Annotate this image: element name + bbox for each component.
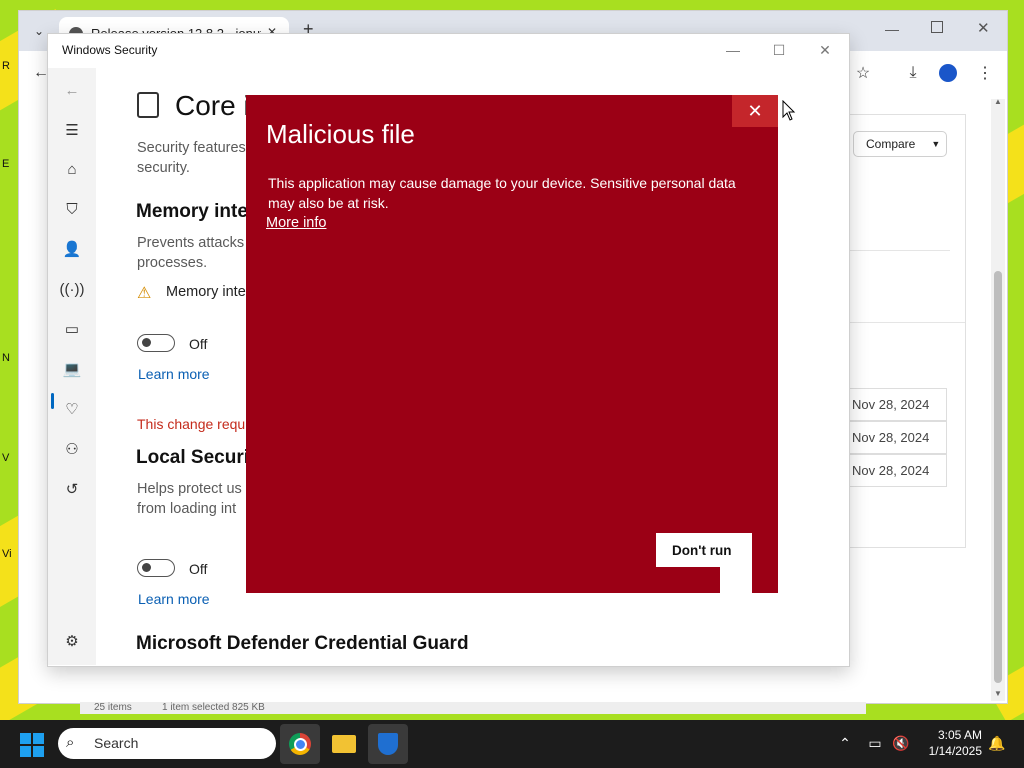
rendering-artifact — [720, 567, 752, 663]
toggle-state-label: Off — [189, 336, 208, 352]
show-hidden-icons-chevron-icon[interactable]: ⌃ — [836, 734, 854, 752]
dialog-close-button[interactable]: ✕ — [732, 95, 778, 127]
lsa-protection-heading: Local Securit — [136, 447, 256, 468]
profile-avatar-icon[interactable] — [939, 64, 957, 82]
close-window-icon[interactable]: ✕ — [802, 38, 848, 62]
memory-integrity-description: Prevents attacks — [137, 235, 245, 251]
desktop-icon[interactable]: R — [2, 60, 16, 76]
taskbar-search-box[interactable]: ⌕ Search — [58, 728, 276, 759]
selection-info: 1 item selected 825 KB — [162, 702, 265, 713]
page-title: Core i — [175, 90, 250, 121]
chrome-app-icon[interactable] — [280, 724, 320, 764]
item-count: 25 items — [94, 702, 132, 713]
toggle-knob — [142, 338, 151, 347]
asset-date-row: Nov 28, 2024 — [845, 421, 947, 454]
device-health-heart-icon[interactable]: ♡ — [60, 397, 84, 421]
taskbar: ⌕ Search ⌃ ▭ 🔇 3:05 AM 1/14/2025 🔔 — [0, 720, 1024, 768]
close-window-icon[interactable]: ✕ — [977, 19, 990, 37]
maximize-icon[interactable]: ☐ — [756, 38, 802, 62]
compare-label: Compare — [866, 137, 916, 151]
explorer-status-bar: 25 items 1 item selected 825 KB — [80, 702, 866, 714]
asset-date: Nov 28, 2024 — [852, 463, 930, 478]
protection-history-icon[interactable]: ↺ — [60, 477, 84, 501]
desktop-icon[interactable]: Vi — [2, 548, 16, 564]
restart-required-notice: This change requi — [137, 416, 249, 432]
malicious-file-dialog: Malicious file This application may caus… — [246, 95, 778, 593]
toggle-state-label: Off — [189, 561, 208, 577]
intro-line: Security features — [137, 140, 246, 156]
desktop-icon[interactable]: V — [2, 452, 16, 468]
clock[interactable]: 3:05 AM 1/14/2025 — [922, 727, 982, 759]
lsa-protection-description: from loading int — [137, 501, 237, 517]
asset-date: Nov 28, 2024 — [852, 430, 930, 445]
asset-date-row: Nov 28, 2024 — [845, 388, 947, 421]
mouse-cursor-icon — [782, 100, 796, 121]
more-info-link[interactable]: More info — [266, 215, 326, 231]
clock-date: 1/14/2025 — [928, 744, 982, 758]
desktop-icon[interactable]: E — [2, 158, 16, 174]
credential-guard-heading: Microsoft Defender Credential Guard — [136, 633, 469, 654]
minimize-icon[interactable]: — — [885, 21, 899, 37]
file-explorer-folder-icon[interactable] — [324, 724, 364, 764]
intro-line: security. — [137, 160, 190, 176]
learn-more-link[interactable]: Learn more — [138, 591, 210, 607]
dont-run-button[interactable]: Don't run — [656, 533, 752, 567]
volume-muted-icon[interactable]: 🔇 — [892, 734, 910, 752]
hamburger-menu-icon[interactable]: ☰ — [60, 118, 84, 142]
asset-date-row: Nov 28, 2024 — [845, 454, 947, 487]
scroll-up-icon[interactable]: ▲ — [994, 97, 1002, 106]
scroll-thumb[interactable] — [994, 271, 1002, 683]
dropdown-caret-icon: ▼ — [931, 139, 941, 149]
family-options-icon[interactable]: ⚇ — [60, 437, 84, 461]
minimize-icon[interactable]: — — [710, 38, 756, 62]
divider — [840, 250, 950, 251]
app-browser-control-icon[interactable]: ▭ — [60, 317, 84, 341]
warning-icon: ⚠ — [137, 285, 152, 302]
navigation-rail: ← ☰ ⌂ ⛉ 👤 ((·)) ▭ 💻 ♡ ⚇ ↺ ⚙ — [48, 68, 96, 665]
dialog-title: Malicious file — [266, 119, 415, 149]
shield-icon[interactable]: ⛉ — [60, 197, 84, 221]
scroll-down-icon[interactable]: ▼ — [994, 689, 1002, 698]
network-wireless-icon[interactable]: ((·)) — [60, 277, 85, 301]
more-menu-icon[interactable]: ⋮ — [971, 59, 999, 87]
active-indicator — [51, 393, 54, 409]
home-icon[interactable]: ⌂ — [60, 157, 84, 181]
memory-integrity-toggle[interactable] — [137, 334, 175, 352]
core-isolation-chip-icon — [137, 92, 159, 118]
device-security-laptop-icon[interactable]: 💻 — [60, 357, 84, 381]
asset-date: Nov 28, 2024 — [852, 397, 930, 412]
display-icon[interactable]: ▭ — [866, 734, 884, 752]
page-scrollbar[interactable]: ▲ ▼ — [991, 97, 1005, 701]
notification-bell-icon[interactable]: 🔔 — [988, 734, 1006, 752]
toggle-knob — [142, 563, 151, 572]
back-arrow-icon[interactable]: ← — [60, 78, 84, 102]
account-person-icon[interactable]: 👤 — [60, 237, 84, 261]
clock-time: 3:05 AM — [937, 728, 982, 742]
desktop-icon[interactable]: N — [2, 352, 16, 368]
memory-integrity-description: processes. — [137, 255, 208, 271]
compare-button[interactable]: Compare ▼ — [853, 131, 947, 157]
download-icon[interactable]: ⤓ — [899, 59, 927, 87]
bookmark-star-icon[interactable]: ☆ — [849, 59, 877, 87]
start-windows-icon[interactable] — [20, 733, 44, 757]
maximize-icon[interactable] — [931, 21, 943, 33]
lsa-protection-description: Helps protect us — [137, 481, 242, 497]
search-icon: ⌕ — [66, 734, 75, 751]
lsa-protection-toggle[interactable] — [137, 559, 175, 577]
learn-more-link[interactable]: Learn more — [138, 366, 210, 382]
search-placeholder: Search — [94, 735, 139, 751]
memory-integrity-warning: Memory inte — [166, 284, 246, 300]
windows-security-app-icon[interactable] — [368, 724, 408, 764]
dialog-message: This application may cause damage to you… — [268, 175, 736, 211]
memory-integrity-heading: Memory inte — [136, 201, 248, 222]
window-title: Windows Security — [62, 43, 158, 57]
settings-gear-icon[interactable]: ⚙ — [60, 629, 84, 653]
divider — [840, 322, 965, 323]
